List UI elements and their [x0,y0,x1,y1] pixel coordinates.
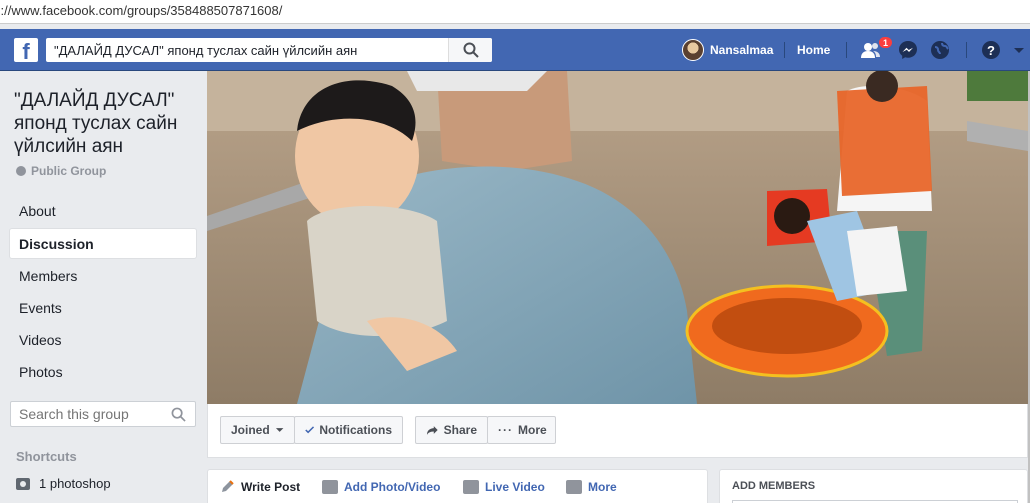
live-video-label: Live Video [485,480,545,494]
more-tab-label: More [588,480,617,494]
add-members-panel: ADD MEMBERS [719,469,1028,503]
checkmark-icon [305,426,315,434]
url-text: s://www.facebook.com/groups/358488507871… [0,3,283,18]
notifications-label: Notifications [319,423,392,437]
sidebar-item-discussion[interactable]: Discussion [10,229,196,258]
divider [846,42,847,58]
write-post-tab[interactable]: Write Post [220,480,300,494]
pencil-icon [222,480,234,492]
sidebar-item-events[interactable]: Events [10,293,196,322]
shortcut-label: 1 photoshop [39,476,111,491]
shortcut-item[interactable]: 1 photoshop [16,476,111,491]
camera-icon [16,477,30,490]
share-button[interactable]: Share [415,416,488,444]
user-name: Nansalmaa [710,43,774,57]
joined-button[interactable]: Joined [220,416,295,444]
group-privacy: Public Group [16,164,106,178]
joined-label: Joined [231,423,270,437]
divider [966,42,967,58]
search-input[interactable]: "ДАЛАЙД ДУСАЛ" японд туслах сайн үйлсийн… [46,38,492,62]
search-icon [463,42,479,58]
home-link[interactable]: Home [797,43,830,57]
share-label: Share [443,423,477,437]
shortcuts-heading: Shortcuts [16,449,77,464]
live-video-tab[interactable]: Live Video [463,480,545,494]
group-sidebar: "ДАЛАЙД ДУСАЛ" японд туслах сайн үйлсийн… [0,71,207,503]
ellipsis-icon: ··· [498,423,513,437]
search-value: "ДАЛАЙД ДУСАЛ" японд туслах сайн үйлсийн… [54,43,358,58]
cover-photo-image [207,71,1028,404]
add-members-heading: ADD MEMBERS [732,480,816,492]
write-post-label: Write Post [241,480,301,494]
sidebar-item-about[interactable]: About [10,196,196,225]
address-bar[interactable]: s://www.facebook.com/groups/358488507871… [0,0,1030,24]
friend-requests-badge: 1 [878,36,894,49]
ellipsis-icon [566,480,582,494]
add-photo-video-tab[interactable]: Add Photo/Video [322,480,440,494]
globe-icon [16,166,26,176]
avatar [682,39,704,61]
sidebar-item-videos[interactable]: Videos [10,325,196,354]
messenger-icon[interactable] [897,39,919,61]
more-label: More [518,423,547,437]
account-menu-icon[interactable] [1008,39,1030,61]
group-search-input[interactable] [19,403,169,425]
notifications-button[interactable]: Notifications [294,416,403,444]
search-button[interactable] [448,38,492,62]
svg-text:?: ? [987,43,995,58]
notifications-globe-icon[interactable] [929,39,951,61]
group-actions-bar: Joined Notifications Share ··· More [207,404,1028,458]
share-arrow-icon [426,425,438,435]
add-photo-video-label: Add Photo/Video [344,480,441,494]
cover-photo[interactable] [207,71,1028,404]
post-composer: Write Post Add Photo/Video Live Video Mo… [207,469,708,503]
divider [784,42,785,58]
profile-link[interactable]: Nansalmaa [682,39,773,61]
sidebar-item-members[interactable]: Members [10,261,196,290]
search-icon[interactable] [171,407,186,422]
top-navigation-bar: f "ДАЛАЙД ДУСАЛ" японд туслах сайн үйлси… [0,29,1030,71]
chevron-down-icon [275,428,284,432]
sidebar-item-photos[interactable]: Photos [10,357,196,386]
more-tab[interactable]: More [566,480,617,494]
group-search [10,401,196,427]
camera-icon [322,480,338,494]
group-title[interactable]: "ДАЛАЙД ДУСАЛ" японд туслах сайн үйлсийн… [14,89,204,158]
video-camera-icon [463,480,479,494]
group-privacy-label: Public Group [31,164,107,178]
help-icon[interactable]: ? [980,39,1002,61]
more-button[interactable]: ··· More [487,416,556,444]
facebook-logo[interactable]: f [14,38,38,62]
